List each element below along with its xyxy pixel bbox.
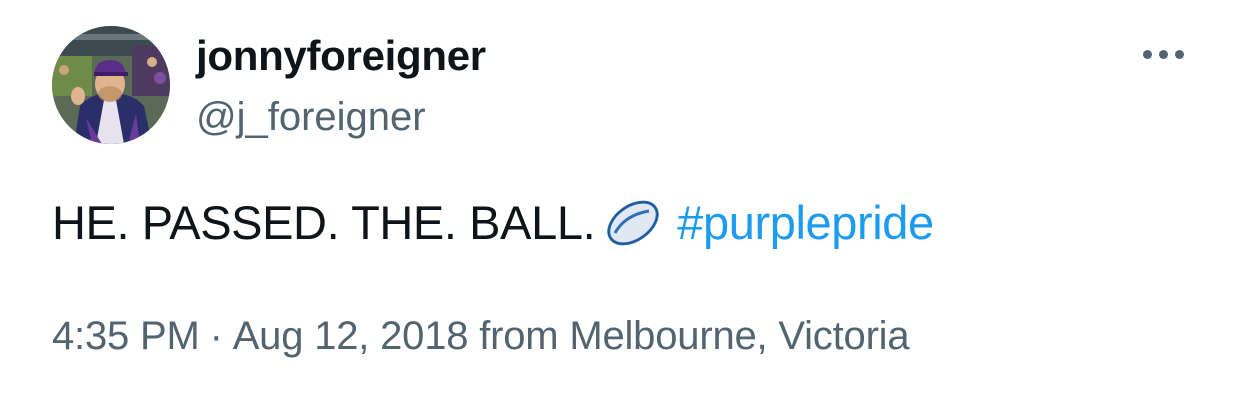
tweet-body: HE. PASSED. THE. BALL. #purplepride (52, 194, 934, 252)
location-text: from Melbourne, Victoria (479, 314, 910, 358)
hashtag-link[interactable]: #purplepride (677, 196, 934, 249)
tweet-text: HE. PASSED. THE. BALL. (52, 196, 596, 249)
more-dots-icon (1174, 49, 1184, 59)
user-handle[interactable]: @j_foreigner (196, 92, 426, 142)
more-options-button[interactable] (1130, 36, 1196, 72)
more-dots-icon (1142, 49, 1152, 59)
profile-photo (52, 26, 170, 144)
avatar[interactable] (52, 26, 170, 144)
tweet-metadata: 4:35 PM · Aug 12, 2018 from Melbourne, Vic… (52, 310, 910, 362)
date-link[interactable]: Aug 12, 2018 (233, 314, 469, 358)
meta-separator: · (209, 314, 223, 358)
more-dots-icon (1158, 49, 1168, 59)
tweet-card: jonnyforeigner @j_foreigner HE. PASSED. … (0, 0, 1242, 412)
display-name[interactable]: jonnyforeigner (196, 30, 486, 82)
rugby-ball-emoji-icon (603, 197, 663, 249)
timestamp-link[interactable]: 4:35 PM (52, 314, 200, 358)
